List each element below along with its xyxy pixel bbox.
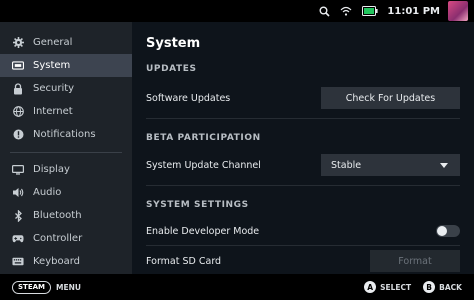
sidebar-item-notifications[interactable]: Notifications (0, 123, 132, 146)
format-button[interactable]: Format (370, 250, 460, 272)
b-button-icon[interactable]: B (423, 281, 436, 293)
select-hint-label: SELECT (380, 282, 412, 292)
sidebar-item-bluetooth[interactable]: Bluetooth (0, 204, 132, 227)
display-icon (12, 164, 24, 176)
update-channel-dropdown[interactable]: Stable (321, 154, 460, 176)
sidebar: General System Security Internet Notific… (0, 22, 132, 274)
format-sd-row: Format SD Card Format (146, 250, 460, 272)
steam-button[interactable]: STEAM (12, 280, 51, 294)
check-for-updates-button[interactable]: Check For Updates (321, 87, 460, 109)
clock: 11:01 PM (387, 5, 440, 17)
page-title: System (146, 36, 201, 51)
bluetooth-icon (12, 209, 24, 222)
sidebar-item-label: System (33, 60, 71, 71)
wifi-icon (339, 4, 353, 18)
controller-icon (12, 233, 24, 245)
sidebar-item-audio[interactable]: Audio (0, 181, 132, 204)
footer-hints: STEAM MENU A SELECT B BACK (0, 274, 474, 300)
back-hint-label: BACK (439, 282, 462, 292)
sidebar-item-label: Internet (33, 106, 73, 117)
update-channel-value: Stable (331, 159, 362, 171)
globe-icon (12, 106, 24, 118)
format-sd-label: Format SD Card (146, 255, 222, 267)
sidebar-item-system[interactable]: System (0, 54, 132, 77)
battery-icon (361, 4, 379, 18)
developer-mode-toggle[interactable] (436, 225, 460, 237)
sidebar-item-label: Bluetooth (33, 210, 82, 221)
divider (146, 245, 460, 246)
developer-mode-row: Enable Developer Mode (146, 220, 460, 242)
settings-panel: System UPDATES Software Updates Check Fo… (132, 22, 474, 274)
speaker-icon (12, 187, 24, 199)
alert-icon (12, 129, 24, 141)
developer-mode-label: Enable Developer Mode (146, 225, 260, 237)
system-icon (12, 60, 24, 72)
sidebar-item-label: Audio (33, 187, 62, 198)
sidebar-item-controller[interactable]: Controller (0, 227, 132, 250)
divider (146, 185, 460, 186)
section-header-beta: BETA PARTICIPATION (146, 133, 261, 143)
search-icon[interactable] (317, 4, 331, 18)
sidebar-item-label: Controller (33, 233, 83, 244)
software-updates-row: Software Updates Check For Updates (146, 86, 460, 110)
keyboard-icon (12, 256, 24, 268)
update-channel-row: System Update Channel Stable (146, 153, 460, 177)
sidebar-item-display[interactable]: Display (0, 158, 132, 181)
sidebar-item-label: Keyboard (33, 256, 81, 267)
status-bar: 11:01 PM (0, 0, 474, 22)
a-button-icon[interactable]: A (364, 281, 377, 293)
software-updates-label: Software Updates (146, 92, 231, 104)
update-channel-label: System Update Channel (146, 159, 261, 171)
section-header-updates: UPDATES (146, 64, 197, 74)
sidebar-item-label: Notifications (33, 129, 96, 140)
sidebar-item-label: Display (33, 164, 70, 175)
avatar[interactable] (448, 1, 468, 21)
divider (146, 118, 460, 119)
gear-icon (12, 37, 24, 49)
menu-hint-label: MENU (55, 282, 81, 292)
sidebar-item-security[interactable]: Security (0, 77, 132, 100)
sidebar-item-label: Security (33, 83, 75, 94)
sidebar-item-label: General (33, 37, 73, 48)
sidebar-divider (10, 152, 122, 153)
chevron-down-icon (440, 162, 448, 168)
toggle-knob (437, 226, 447, 236)
sidebar-item-keyboard[interactable]: Keyboard (0, 250, 132, 273)
section-header-system-settings: SYSTEM SETTINGS (146, 200, 249, 210)
sidebar-item-general[interactable]: General (0, 31, 132, 54)
sidebar-item-internet[interactable]: Internet (0, 100, 132, 123)
lock-icon (12, 82, 24, 95)
